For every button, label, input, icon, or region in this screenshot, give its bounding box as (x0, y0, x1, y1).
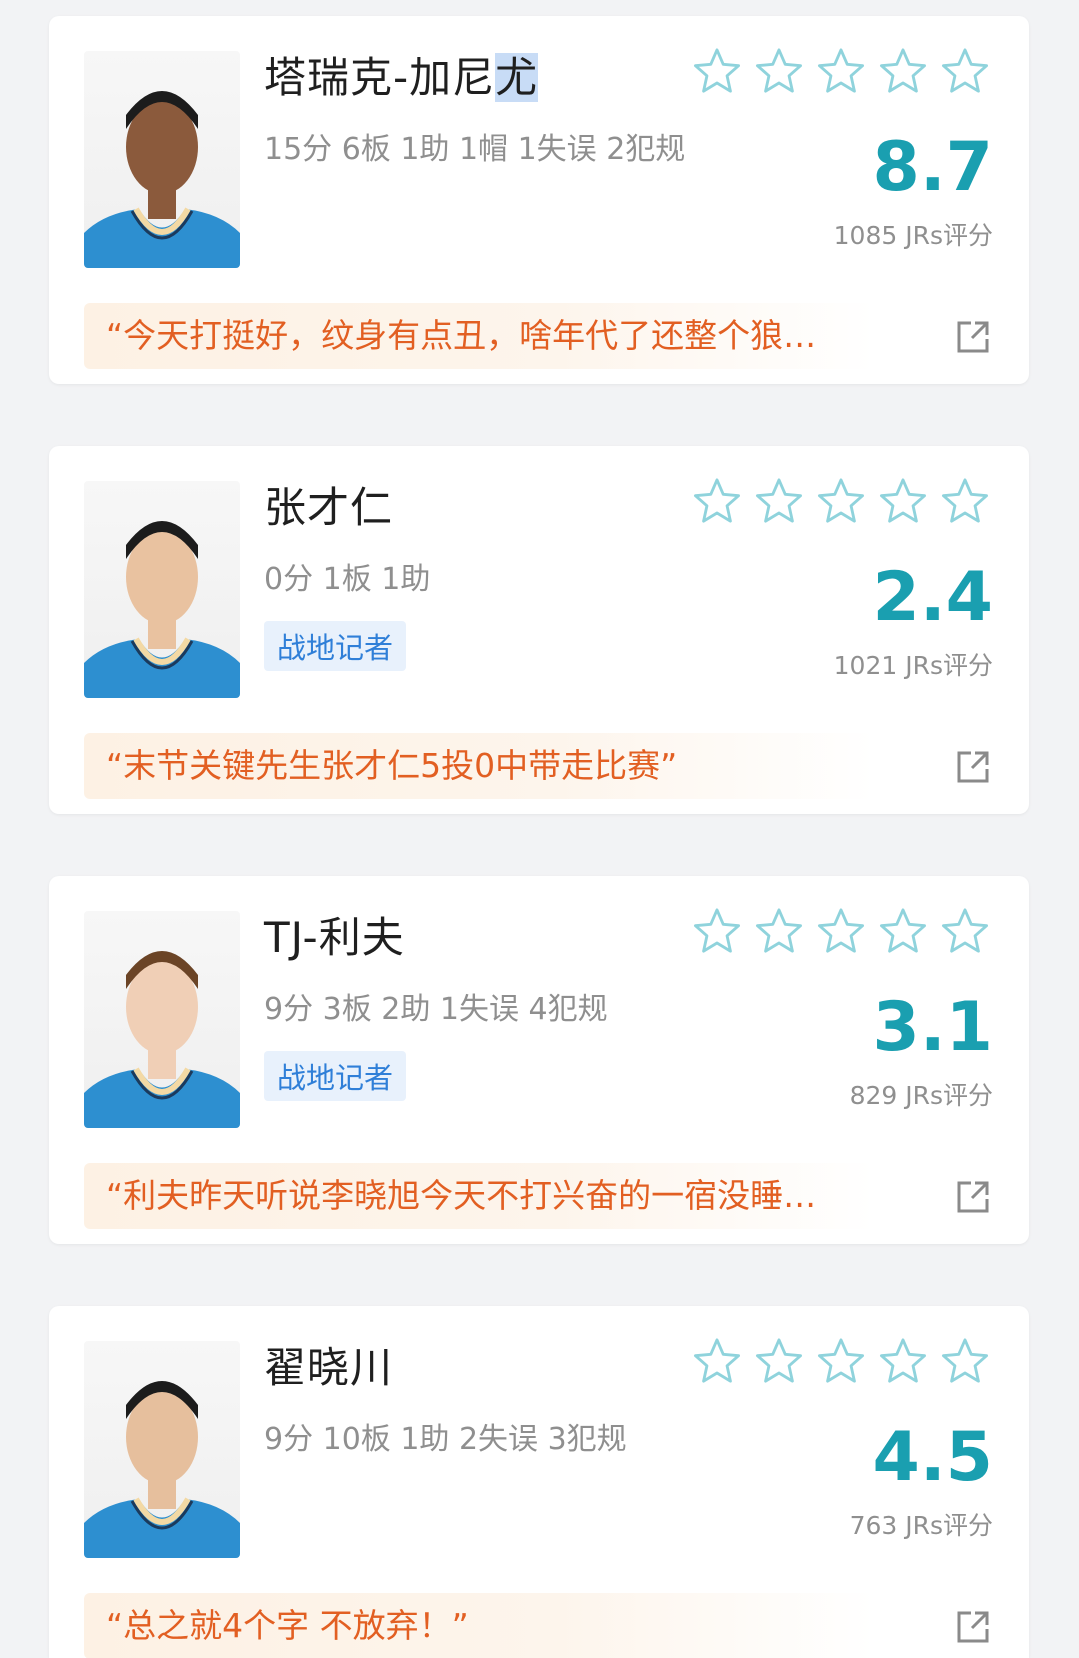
player-score: 8.7 (872, 128, 993, 207)
star-outline-icon[interactable] (693, 478, 741, 524)
player-name-text: 塔瑞克-加尼 (264, 53, 496, 102)
player-name[interactable]: TJ-利夫 (264, 904, 405, 965)
player-name-text: 翟晓川 (264, 1343, 394, 1392)
rating-stars[interactable] (693, 478, 989, 524)
star-outline-icon[interactable] (941, 908, 989, 954)
star-outline-icon[interactable] (693, 908, 741, 954)
star-outline-icon[interactable] (693, 1338, 741, 1384)
star-outline-icon[interactable] (755, 908, 803, 954)
star-outline-icon[interactable] (817, 1338, 865, 1384)
player-name[interactable]: 张才仁 (264, 474, 393, 535)
star-outline-icon[interactable] (879, 478, 927, 524)
share-icon[interactable] (955, 319, 991, 355)
reporter-tag: 战地记者 (264, 621, 407, 671)
rating-count: 763 JRs评分 (849, 1511, 993, 1540)
rating-count: 1085 JRs评分 (833, 221, 993, 250)
player-card[interactable]: 张才仁 0分 1板 1助 战地记者 2.4 1021 JRs评分 “末节关键先生… (49, 446, 1029, 814)
share-icon[interactable] (955, 749, 991, 785)
player-name[interactable]: 翟晓川 (264, 1334, 393, 1395)
rating-stars[interactable] (693, 1338, 989, 1384)
player-card[interactable]: 塔瑞克-加尼尤 15分 6板 1助 1帽 1失误 2犯规 8.7 1085 JR… (49, 16, 1029, 384)
star-outline-icon[interactable] (693, 48, 741, 94)
player-name-text: 张才仁 (264, 483, 394, 532)
player-photo (84, 911, 240, 1128)
rating-count: 829 JRs评分 (849, 1081, 993, 1110)
top-comment[interactable]: “今天打挺好，纹身有点丑，啥年代了还整个狼… (84, 303, 874, 369)
player-score: 3.1 (872, 988, 993, 1067)
player-stats: 9分 3板 2助 1失误 4犯规 (264, 992, 608, 1027)
star-outline-icon[interactable] (755, 1338, 803, 1384)
player-score: 4.5 (872, 1418, 993, 1497)
top-comment[interactable]: “利夫昨天听说李晓旭今天不打兴奋的一宿没睡… (84, 1163, 874, 1229)
star-outline-icon[interactable] (817, 908, 865, 954)
rating-stars[interactable] (693, 908, 989, 954)
star-outline-icon[interactable] (817, 48, 865, 94)
player-stats: 0分 1板 1助 (264, 562, 431, 597)
player-photo (84, 51, 240, 268)
player-stats: 15分 6板 1助 1帽 1失误 2犯规 (264, 132, 686, 167)
share-icon[interactable] (955, 1609, 991, 1645)
star-outline-icon[interactable] (879, 1338, 927, 1384)
star-outline-icon[interactable] (755, 478, 803, 524)
star-outline-icon[interactable] (755, 48, 803, 94)
player-score: 2.4 (872, 558, 993, 637)
share-icon[interactable] (955, 1179, 991, 1215)
star-outline-icon[interactable] (941, 1338, 989, 1384)
player-card[interactable]: 翟晓川 9分 10板 1助 2失误 3犯规 4.5 763 JRs评分 “总之就… (49, 1306, 1029, 1658)
rating-stars[interactable] (693, 48, 989, 94)
player-name-text: TJ-利夫 (264, 913, 405, 962)
top-comment[interactable]: “末节关键先生张才仁5投0中带走比赛” (84, 733, 874, 799)
player-photo (84, 1341, 240, 1558)
player-photo (84, 481, 240, 698)
rating-count: 1021 JRs评分 (833, 651, 993, 680)
top-comment[interactable]: “总之就4个字 不放弃！” (84, 1593, 874, 1658)
star-outline-icon[interactable] (817, 478, 865, 524)
star-outline-icon[interactable] (879, 48, 927, 94)
selected-text-highlight: 尤 (495, 53, 539, 102)
player-card[interactable]: TJ-利夫 9分 3板 2助 1失误 4犯规 战地记者 3.1 829 JRs评… (49, 876, 1029, 1244)
star-outline-icon[interactable] (941, 478, 989, 524)
reporter-tag: 战地记者 (264, 1051, 407, 1101)
player-name[interactable]: 塔瑞克-加尼尤 (264, 44, 539, 105)
player-stats: 9分 10板 1助 2失误 3犯规 (264, 1422, 627, 1457)
star-outline-icon[interactable] (879, 908, 927, 954)
star-outline-icon[interactable] (941, 48, 989, 94)
